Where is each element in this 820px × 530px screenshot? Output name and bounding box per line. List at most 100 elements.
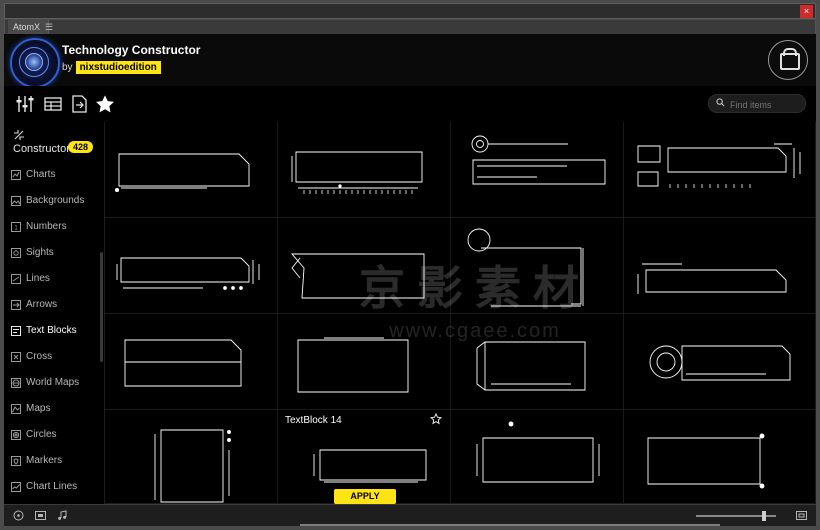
sidebar-item-label: World Maps (26, 377, 80, 388)
author-line: by nixstudioedition (62, 61, 161, 74)
audio-icon[interactable] (56, 509, 69, 522)
sidebar-item-count: 428 (68, 141, 94, 153)
sidebar-item-label: Backgrounds (26, 195, 85, 206)
maps-icon (11, 404, 21, 414)
sidebar-item-backgrounds[interactable]: Backgrounds (4, 188, 104, 214)
search-box[interactable] (708, 94, 806, 114)
grid-item[interactable] (105, 218, 278, 314)
page-title: Technology Constructor (62, 43, 201, 57)
shopping-bag-icon[interactable] (768, 40, 808, 80)
grid-item[interactable] (105, 410, 278, 504)
logo-ring-inner (25, 53, 43, 71)
status-left-icons (12, 509, 75, 522)
markers-icon (11, 456, 21, 466)
grid-item[interactable] (451, 122, 624, 218)
export-icon[interactable] (68, 93, 90, 115)
author-name: nixstudioedition (75, 61, 161, 74)
bag-body (780, 53, 800, 70)
sidebar-item-label: Text Blocks (26, 325, 77, 336)
world-maps-icon (11, 378, 21, 388)
sidebar-scrollbar[interactable] (100, 252, 103, 362)
star-icon[interactable] (94, 93, 116, 115)
sidebar-item-arrows[interactable]: Arrows (4, 292, 104, 318)
sidebar-header: Constructor 428 (4, 122, 104, 160)
sidebar-item-sights[interactable]: Sights (4, 240, 104, 266)
cross-icon (11, 352, 21, 362)
numbers-icon: 1 (11, 222, 21, 232)
tab-atomx[interactable]: AtomX (8, 20, 50, 34)
grid-item[interactable] (624, 122, 816, 218)
sidebar-item-cross[interactable]: Cross (4, 344, 104, 370)
window-title-bar: × (4, 3, 816, 19)
search-icon (716, 98, 725, 107)
sidebar-item-label: Markers (26, 455, 63, 466)
panel-tab-strip: AtomX ☰ (4, 20, 816, 34)
sidebar-item-chart-lines[interactable]: Chart Lines (4, 474, 104, 500)
grid-item[interactable] (105, 314, 278, 410)
sidebar: Constructor 428 Charts Backgrounds 1 Num… (4, 122, 105, 504)
background-icon (11, 196, 21, 206)
apply-label: APPLY (350, 491, 380, 501)
list-icon[interactable] (42, 93, 64, 115)
grid-item[interactable] (624, 314, 816, 410)
lines-icon (11, 274, 21, 284)
atom-logo-icon (10, 38, 60, 88)
sidebar-item-label: Circles (26, 429, 57, 440)
sidebar-item-lines[interactable]: Lines (4, 266, 104, 292)
search-input[interactable] (728, 95, 802, 114)
sidebar-item-text-blocks[interactable]: Text Blocks (4, 318, 104, 344)
grid-item[interactable] (624, 410, 816, 504)
grid-item[interactable] (624, 218, 816, 314)
plugin-header: Technology Constructor by nixstudioeditio… (4, 34, 816, 88)
status-right-icons (795, 509, 808, 522)
grid-item-selected[interactable]: TextBlock 14 APPLY (278, 410, 451, 504)
sidebar-item-label: Cross (26, 351, 53, 362)
constructor-icon (14, 130, 24, 140)
star-outline-icon[interactable] (430, 413, 442, 425)
sidebar-item-label: Chart Lines (26, 481, 78, 492)
sidebar-item-numbers[interactable]: 1 Numbers (4, 214, 104, 240)
grid-item[interactable] (278, 218, 451, 314)
item-label: TextBlock 14 (285, 415, 342, 426)
sidebar-title: Constructor (13, 143, 70, 155)
window-bottom-edge (0, 526, 820, 530)
sidebar-item-label: Sights (26, 247, 54, 258)
grid-item[interactable] (451, 410, 624, 504)
by-prefix: by (62, 62, 73, 73)
sights-icon (11, 248, 21, 258)
sidebar-item-charts[interactable]: Charts (4, 162, 104, 188)
sidebar-item-maps[interactable]: Maps (4, 396, 104, 422)
application-window: × AtomX ☰ Technology Constructor by nixst… (0, 0, 820, 530)
close-button[interactable]: × (800, 5, 813, 18)
sidebar-item-label: Lines (26, 273, 50, 284)
grid-item[interactable] (278, 314, 451, 410)
sidebar-item-label: Arrows (26, 299, 58, 310)
svg-text:1: 1 (14, 226, 18, 232)
zoom-slider-knob[interactable] (762, 511, 766, 521)
sidebar-item-world-maps[interactable]: World Maps (4, 370, 104, 396)
sliders-icon[interactable] (14, 93, 36, 115)
text-blocks-icon (11, 326, 21, 336)
sidebar-item-label: Maps (26, 403, 51, 414)
grid-item[interactable] (451, 314, 624, 410)
grid-item[interactable] (451, 218, 624, 314)
apply-button[interactable]: APPLY (334, 489, 396, 504)
sidebar-item-markers[interactable]: Markers (4, 448, 104, 474)
chart-icon (11, 170, 21, 180)
fit-icon[interactable] (795, 509, 808, 522)
arrows-icon (11, 300, 21, 310)
sidebar-item-circles[interactable]: Circles (4, 422, 104, 448)
grid-item[interactable] (278, 122, 451, 218)
target-icon[interactable] (12, 509, 25, 522)
chart-lines-icon (11, 482, 21, 492)
hamburger-icon[interactable]: ☰ (45, 22, 53, 32)
items-grid: TextBlock 14 APPLY 京影素材 www.cgaee.com (105, 122, 816, 504)
sidebar-item-label: Numbers (26, 221, 67, 232)
grid-item[interactable] (105, 122, 278, 218)
plugin-panel: Technology Constructor by nixstudioeditio… (4, 34, 816, 504)
plugin-toolbar (4, 86, 816, 122)
sidebar-item-label: Charts (26, 169, 56, 180)
circles-icon (11, 430, 21, 440)
sidebar-list: Charts Backgrounds 1 Numbers Sights Line… (4, 162, 104, 504)
screen-icon[interactable] (34, 509, 47, 522)
